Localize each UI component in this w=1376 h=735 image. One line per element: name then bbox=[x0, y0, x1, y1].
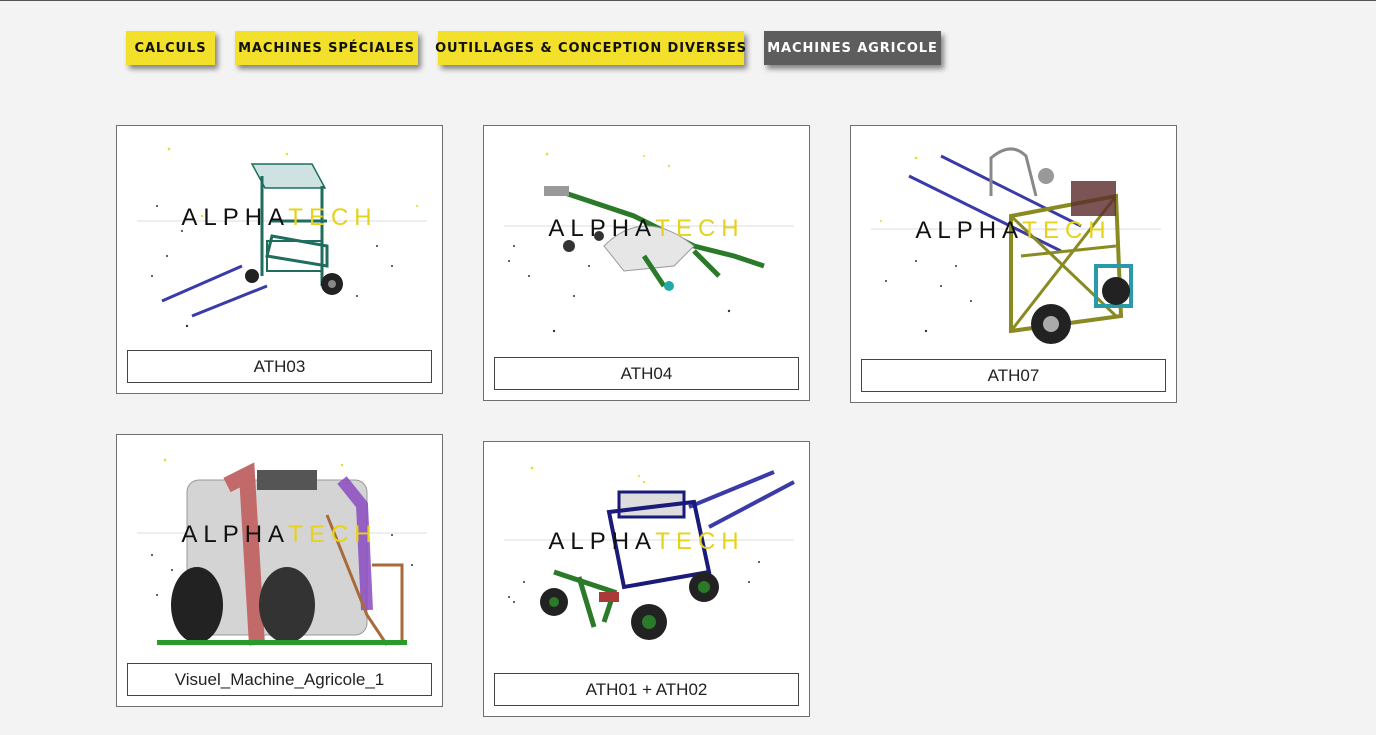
gallery-card-ath04[interactable]: ALPHATECH ATH04 bbox=[483, 125, 810, 401]
tab-calculs[interactable]: CALCULS bbox=[126, 31, 215, 65]
machine-ath07-image[interactable]: ALPHATECH bbox=[861, 136, 1166, 350]
machine-ath04-image[interactable]: ALPHATECH bbox=[494, 136, 799, 348]
watermark-logo: ALPHATECH bbox=[127, 521, 432, 549]
gallery-card-ath01-ath02[interactable]: ALPHATECH ATH01 + ATH02 bbox=[483, 441, 810, 717]
machine-ath03-image[interactable]: ALPHATECH bbox=[127, 136, 432, 341]
tab-machines-speciales[interactable]: MACHINES SPÉCIALES bbox=[235, 31, 418, 65]
watermark-logo: ALPHATECH bbox=[861, 217, 1166, 245]
gallery-card-ath03[interactable]: ALPHATECH ATH03 bbox=[116, 125, 443, 394]
machine-ath01-ath02-image[interactable]: ALPHATECH bbox=[494, 452, 799, 664]
caption-ath07[interactable]: ATH07 bbox=[861, 359, 1166, 392]
watermark-part2: TECH bbox=[1022, 217, 1112, 244]
gallery-card-visuel-1[interactable]: ALPHATECH Visuel_Machine_Agricole_1 bbox=[116, 434, 443, 707]
watermark-part1: ALPHA bbox=[548, 215, 656, 242]
watermark-part2: TECH bbox=[655, 528, 745, 555]
caption-ath01-ath02[interactable]: ATH01 + ATH02 bbox=[494, 673, 799, 706]
watermark-logo: ALPHATECH bbox=[494, 528, 799, 556]
watermark-logo: ALPHATECH bbox=[127, 204, 432, 232]
watermark-part1: ALPHA bbox=[181, 204, 289, 231]
watermark-part1: ALPHA bbox=[181, 521, 289, 548]
watermark-part1: ALPHA bbox=[548, 528, 656, 555]
watermark-part2: TECH bbox=[288, 204, 378, 231]
watermark-part1: ALPHA bbox=[915, 217, 1023, 244]
watermark-part2: TECH bbox=[655, 215, 745, 242]
watermark-logo: ALPHATECH bbox=[494, 215, 799, 243]
tab-outillages-conception[interactable]: OUTILLAGES & CONCEPTION DIVERSES bbox=[435, 31, 746, 65]
caption-ath04[interactable]: ATH04 bbox=[494, 357, 799, 390]
machine-visuel-1-image[interactable]: ALPHATECH bbox=[127, 445, 432, 654]
caption-visuel-1[interactable]: Visuel_Machine_Agricole_1 bbox=[127, 663, 432, 696]
caption-ath03[interactable]: ATH03 bbox=[127, 350, 432, 383]
gallery-card-ath07[interactable]: ALPHATECH ATH07 bbox=[850, 125, 1177, 403]
watermark-part2: TECH bbox=[288, 521, 378, 548]
tab-machines-agricole[interactable]: MACHINES AGRICOLE bbox=[764, 31, 941, 65]
